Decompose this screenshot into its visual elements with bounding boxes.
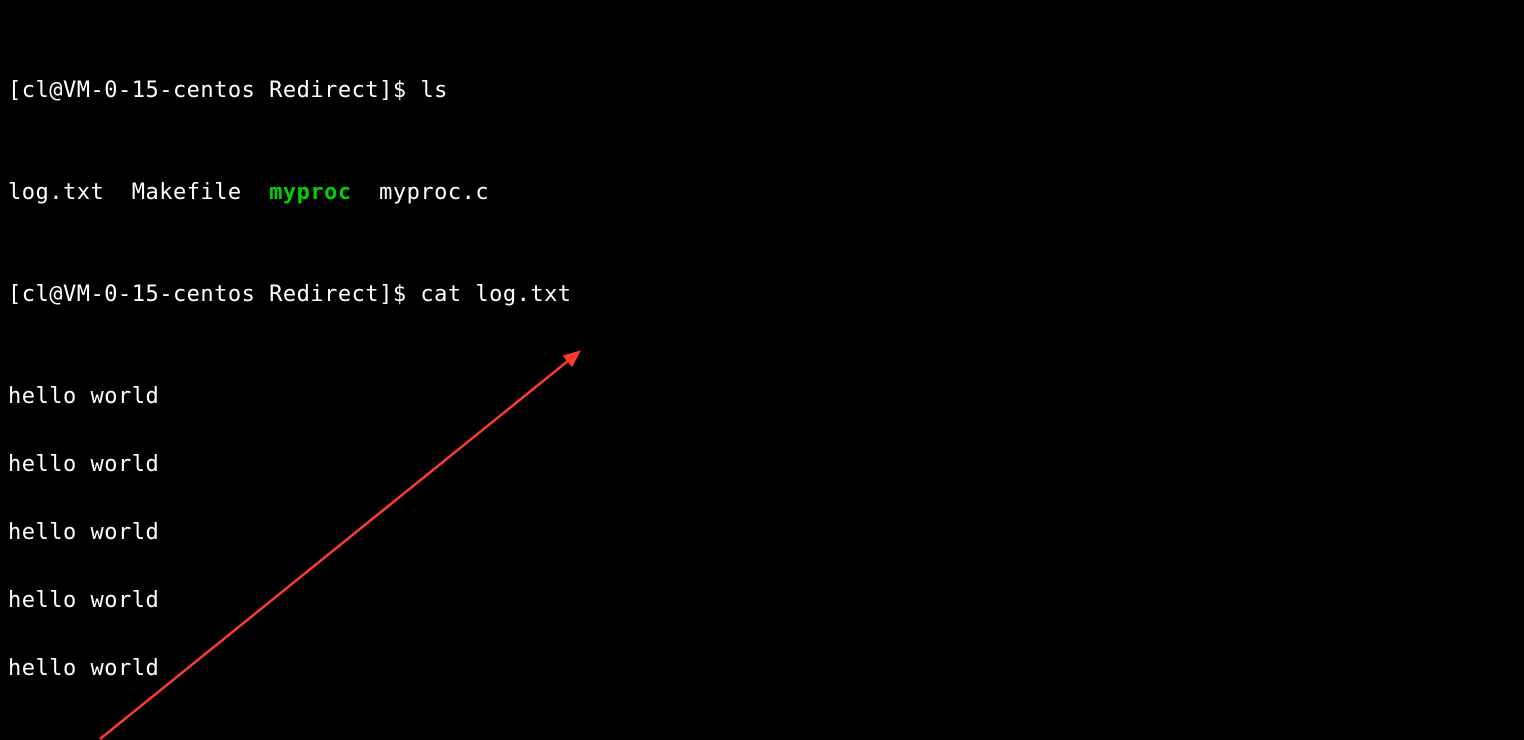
- executable-name: myproc: [269, 180, 351, 205]
- output-line: hello world: [8, 652, 1516, 686]
- output-line: hello world: [8, 380, 1516, 414]
- command-text: ls: [420, 78, 448, 103]
- output-line: hello world: [8, 584, 1516, 618]
- terminal-window[interactable]: [cl@VM-0-15-centos Redirect]$ ls log.txt…: [0, 0, 1524, 740]
- output-line: hello world: [8, 516, 1516, 550]
- ls-output-line: log.txt Makefile myproc myproc.c: [8, 176, 1516, 210]
- prompt: [cl@VM-0-15-centos Redirect]$: [8, 78, 420, 103]
- command-text: cat log.txt: [420, 282, 571, 307]
- terminal-line: [cl@VM-0-15-centos Redirect]$ ls: [8, 74, 1516, 108]
- file-name: log.txt: [8, 180, 104, 205]
- file-name: Makefile: [132, 180, 242, 205]
- output-line: hello world: [8, 448, 1516, 482]
- terminal-line: [cl@VM-0-15-centos Redirect]$ cat log.tx…: [8, 278, 1516, 312]
- file-name: myproc.c: [379, 180, 489, 205]
- prompt: [cl@VM-0-15-centos Redirect]$: [8, 282, 420, 307]
